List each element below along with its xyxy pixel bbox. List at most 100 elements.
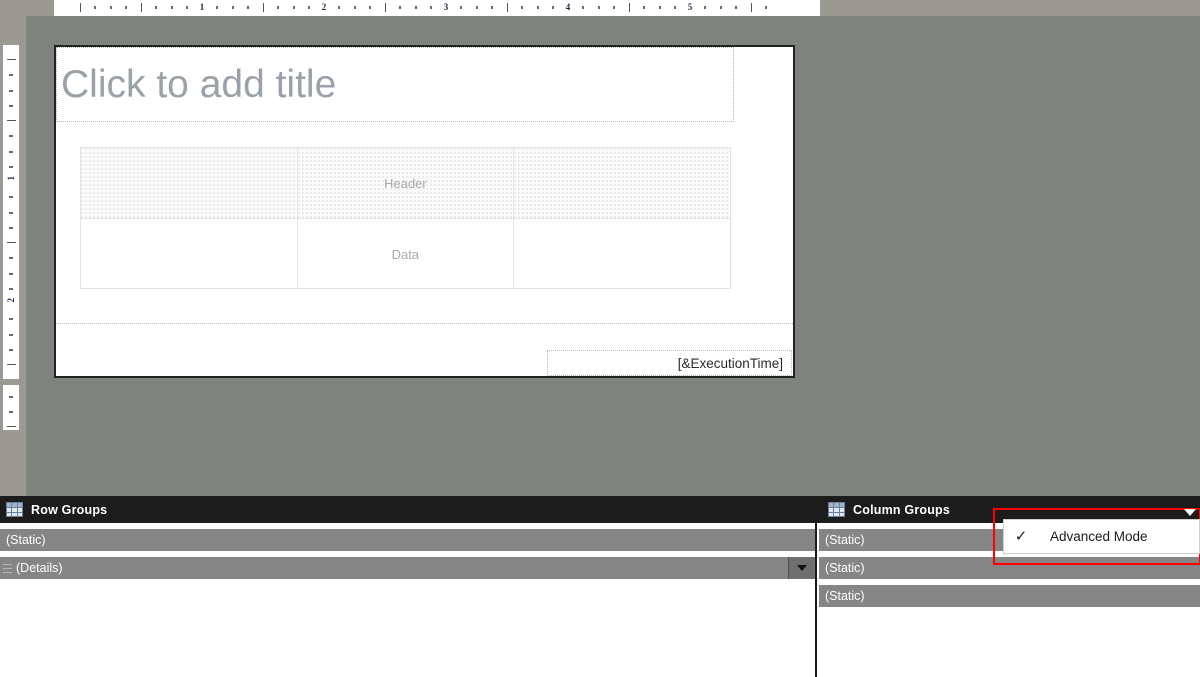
ruler-tick	[231, 6, 234, 9]
ruler-tick	[9, 257, 13, 260]
ruler-tick	[9, 395, 13, 398]
details-handle-icon	[3, 563, 12, 573]
tablix-data-row[interactable]: Data	[81, 219, 730, 289]
ruler-number: 4	[565, 2, 571, 12]
report-title-textbox[interactable]: Click to add title	[56, 47, 734, 122]
ruler-tick	[734, 6, 737, 9]
ruler-tick	[9, 333, 13, 336]
menu-item-advanced-mode[interactable]: Advanced Mode	[1038, 529, 1148, 544]
report-page[interactable]: Click to add title Header Data [&Executi…	[54, 45, 795, 378]
ruler-tick	[460, 6, 463, 9]
tablix-header-cell-2[interactable]: Header	[297, 148, 514, 218]
ruler-tick	[353, 6, 356, 9]
ruler-tick	[9, 211, 13, 214]
vertical-ruler-strip[interactable]: 12	[3, 45, 19, 379]
ruler-tick	[582, 6, 585, 9]
ruler-tick	[658, 6, 661, 9]
ruler-tick	[185, 6, 188, 9]
groups-panel-menu-button[interactable]	[1182, 505, 1198, 519]
ruler-tick	[414, 6, 417, 9]
horizontal-ruler[interactable]: 1 2 3 4 5	[26, 0, 1200, 16]
ruler-tick	[7, 242, 16, 243]
ruler-tick	[9, 196, 13, 199]
ruler-tick	[9, 348, 13, 351]
ruler-tick	[292, 6, 295, 9]
ruler-tick	[9, 135, 13, 138]
ruler-tick	[9, 104, 13, 107]
page-footer-separator	[56, 323, 793, 324]
row-groups-title: Row Groups	[31, 502, 108, 517]
ruler-tick	[704, 6, 707, 9]
ruler-tick	[507, 3, 508, 12]
row-groups-header[interactable]: Row Groups	[0, 496, 107, 523]
execution-time-textbox[interactable]: [&ExecutionTime]	[547, 350, 792, 376]
ruler-tick	[9, 272, 13, 275]
ruler-tick	[170, 6, 173, 9]
ruler-tick	[629, 3, 630, 12]
ruler-number: 2	[321, 2, 327, 12]
design-canvas[interactable]: Click to add title Header Data [&Executi…	[26, 16, 1200, 496]
ruler-tick	[109, 6, 112, 9]
row-groups-list[interactable]: (Static) (Details)	[0, 523, 817, 677]
tablix-header-cell-1[interactable]	[81, 148, 298, 218]
ruler-tick	[429, 6, 432, 9]
ruler-tick	[521, 6, 524, 9]
ruler-number: 3	[443, 2, 449, 12]
grid-icon	[6, 502, 23, 517]
ruler-tick	[368, 6, 371, 9]
ruler-tick	[9, 74, 13, 77]
tablix-data-cell-3[interactable]	[514, 219, 730, 289]
vertical-ruler-strip-lower[interactable]	[3, 385, 19, 430]
ruler-tick	[612, 6, 615, 9]
report-designer-window: 12345 12 Click to add title Header Data	[0, 0, 1200, 677]
advanced-mode-menu[interactable]: ✓ Advanced Mode	[1003, 519, 1200, 554]
ruler-tick	[751, 3, 752, 12]
ruler-tick	[216, 6, 219, 9]
ruler-tick	[7, 59, 16, 60]
grid-icon	[828, 502, 845, 517]
ruler-tick	[399, 6, 402, 9]
tablix-data-cell-2[interactable]: Data	[298, 219, 514, 289]
execution-time-expression: [&ExecutionTime]	[677, 355, 783, 371]
ruler-tick	[536, 6, 539, 9]
ruler-tick	[7, 120, 16, 121]
row-group-item-static[interactable]: (Static)	[0, 529, 815, 551]
ruler-tick	[719, 6, 722, 9]
ruler-tick	[9, 89, 13, 92]
tablix-header-cell-3[interactable]	[513, 148, 730, 218]
ruler-tick	[9, 410, 13, 413]
ruler-tick	[475, 6, 478, 9]
ruler-number: 1	[6, 176, 16, 181]
vertical-ruler[interactable]: 12	[0, 16, 26, 496]
column-group-label: (Static)	[825, 561, 865, 575]
column-group-label: (Static)	[825, 589, 865, 603]
ruler-tick	[9, 165, 13, 168]
row-group-label: (Details)	[16, 561, 63, 575]
column-group-item-3[interactable]: (Static)	[819, 585, 1200, 607]
horizontal-ruler-strip[interactable]: 1 2 3 4 5	[54, 0, 820, 16]
row-group-dropdown-button[interactable]	[788, 557, 815, 579]
ruler-tick	[765, 6, 768, 9]
ruler-tick	[9, 226, 13, 229]
title-placeholder-text: Click to add title	[61, 62, 337, 106]
chevron-down-icon	[797, 565, 807, 571]
chevron-down-icon	[1184, 508, 1196, 516]
row-group-label: (Static)	[6, 533, 46, 547]
tablix-header-row[interactable]: Header	[81, 148, 730, 219]
ruler-tick	[7, 426, 16, 427]
ruler-tick	[490, 6, 493, 9]
ruler-tick	[277, 6, 280, 9]
ruler-tick	[124, 6, 127, 9]
tablix-data-cell-1[interactable]	[81, 219, 298, 289]
tablix-table[interactable]: Header Data	[80, 147, 731, 289]
column-groups-header[interactable]: Column Groups	[822, 496, 950, 523]
ruler-tick	[263, 3, 264, 12]
ruler-tick	[551, 6, 554, 9]
ruler-tick	[9, 318, 13, 321]
row-group-item-details[interactable]: (Details)	[0, 557, 815, 579]
ruler-tick	[338, 6, 341, 9]
column-group-item-2[interactable]: (Static)	[819, 557, 1200, 579]
column-group-label: (Static)	[825, 533, 865, 547]
ruler-tick	[643, 6, 646, 9]
ruler-tick	[94, 6, 97, 9]
